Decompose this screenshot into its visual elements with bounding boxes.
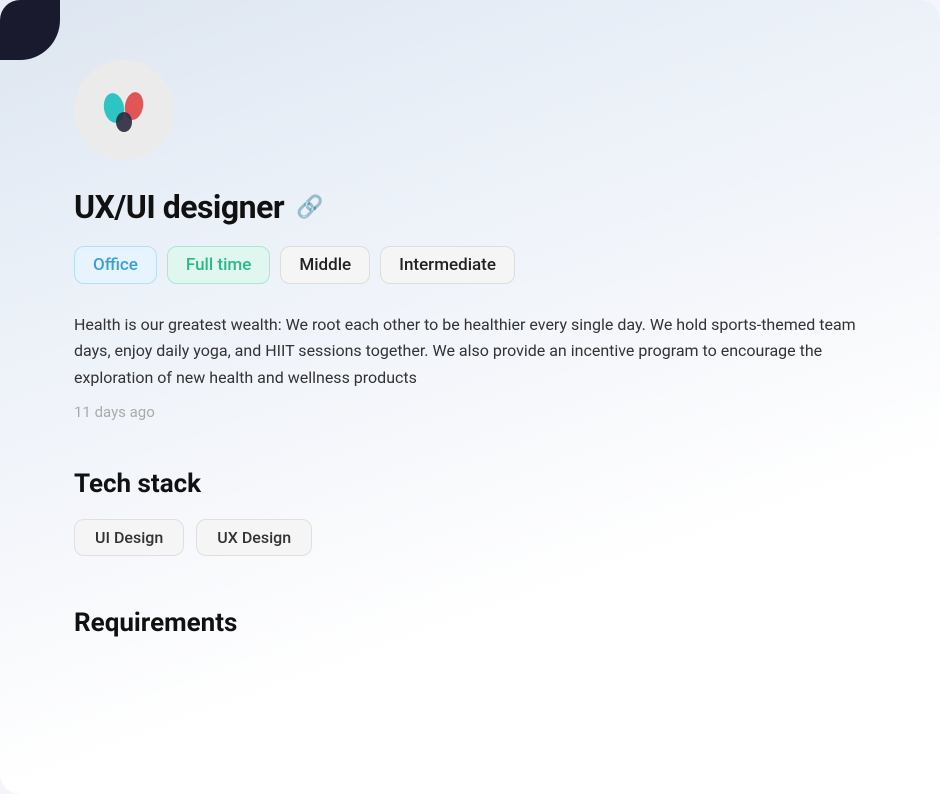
- tech-tags-row: UI Design UX Design: [74, 519, 866, 556]
- requirements-title: Requirements: [74, 608, 866, 638]
- company-logo: [74, 60, 174, 160]
- job-title: UX/UI designer: [74, 188, 284, 226]
- link-icon[interactable]: 🔗: [296, 195, 323, 220]
- tech-tag-ui-design[interactable]: UI Design: [74, 519, 184, 556]
- tag-fulltime[interactable]: Full time: [167, 246, 270, 284]
- tags-row: Office Full time Middle Intermediate: [74, 246, 866, 284]
- tech-tag-ux-design[interactable]: UX Design: [196, 519, 312, 556]
- timestamp: 11 days ago: [74, 403, 866, 421]
- corner-decoration: [0, 0, 60, 60]
- page-container: UX/UI designer 🔗 Office Full time Middle…: [0, 0, 940, 794]
- tag-intermediate[interactable]: Intermediate: [380, 246, 515, 284]
- job-title-row: UX/UI designer 🔗: [74, 188, 866, 226]
- tech-stack-title: Tech stack: [74, 469, 866, 499]
- job-description: Health is our greatest wealth: We root e…: [74, 312, 866, 391]
- tag-middle[interactable]: Middle: [280, 246, 370, 284]
- logo-svg: [94, 80, 154, 140]
- tag-office[interactable]: Office: [74, 246, 157, 284]
